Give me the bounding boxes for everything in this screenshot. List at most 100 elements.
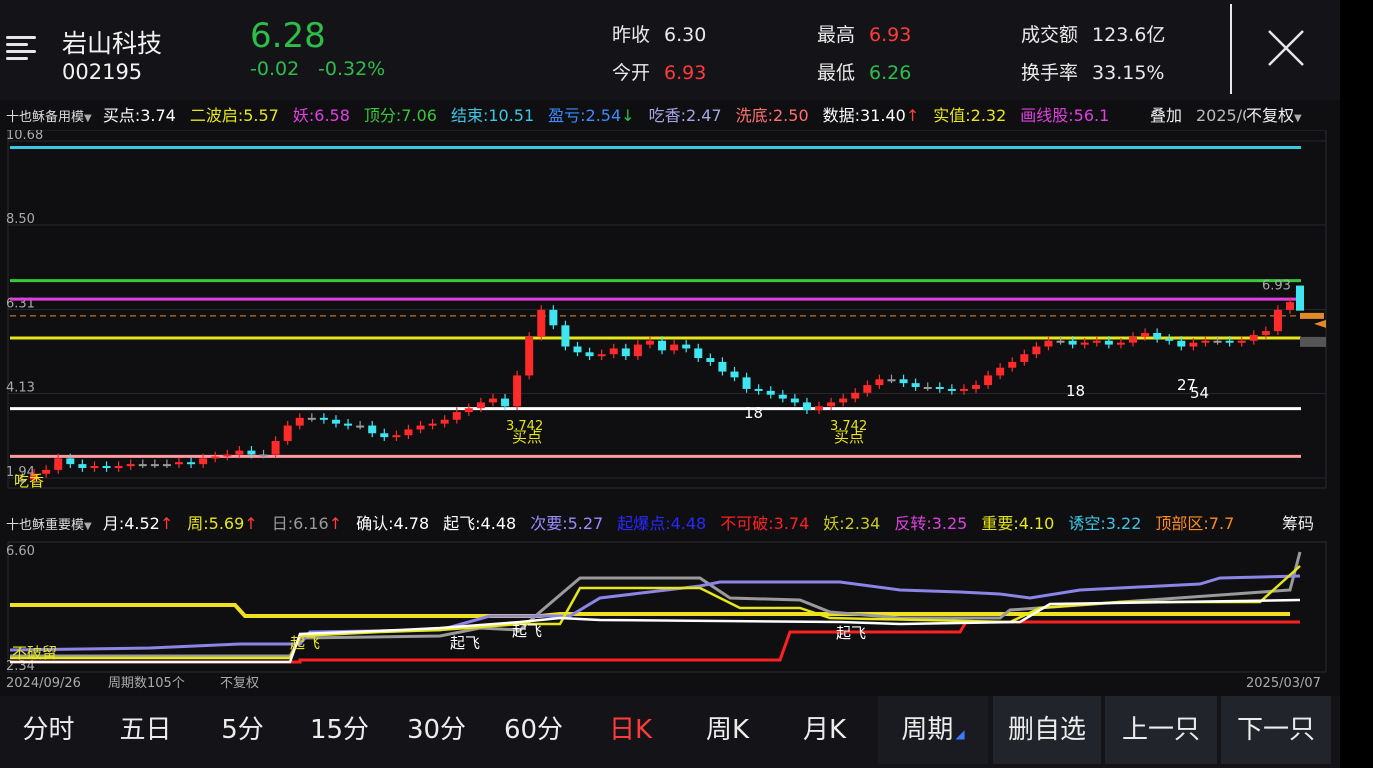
tab-five-day[interactable]: 五日: [97, 696, 194, 764]
close-icon[interactable]: [1266, 28, 1306, 68]
candle-body: [1273, 309, 1282, 332]
candle-body: [488, 398, 497, 403]
last-price: 6.28: [250, 16, 326, 56]
candle-body: [1116, 342, 1125, 345]
candle-body: [138, 464, 147, 467]
candle-body: [923, 387, 932, 390]
candle-body: [935, 387, 944, 390]
sub-indicator-name[interactable]: 十也稣重要模: [6, 518, 84, 533]
candle-body: [307, 417, 316, 420]
chart-annotation: 54: [1190, 384, 1209, 402]
candle-body: [887, 379, 896, 382]
main-indicator-values: 买点:3.74 二波启:5.57 妖:6.58 顶分:7.06 结束:10.51 盈亏:2…: [103, 106, 1124, 125]
main-kline-chart[interactable]: 10.688.506.314.131.94吃香买点 买点3.742 3.742181…: [0, 130, 1340, 510]
tab-15min[interactable]: 15分: [291, 696, 388, 764]
chips-button[interactable]: 筹码: [1278, 511, 1319, 537]
tab-weekly-k[interactable]: 周K: [679, 696, 776, 764]
chart-annotation: 18: [1066, 382, 1085, 400]
sub-indicator-item: 日:6.16↑: [271, 514, 343, 533]
candle-body: [827, 402, 836, 407]
candle-body: [102, 466, 111, 469]
candle-body: [609, 348, 618, 355]
up-arrow-icon: ↑: [905, 106, 920, 125]
candle-body: [114, 466, 123, 469]
candle-body: [1249, 334, 1258, 341]
quote-header: 岩山科技 002195 6.28 -0.02 -0.32% 昨收 6.30 今开 6…: [0, 0, 1340, 100]
candle-body: [911, 383, 920, 388]
main-indicator-item: 结束:10.51: [450, 106, 535, 125]
current-price-marker: [1314, 319, 1326, 328]
sub-indicator-chart[interactable]: 6.602.342024/09/26 周期数105个 不复权 2025/03/07不破…: [0, 538, 1340, 694]
candle-body: [706, 358, 715, 362]
main-indicator-bar: 十也稣备用模▼ 买点:3.74 二波启:5.57 妖:6.58 顶分:7.06 结束:1…: [0, 103, 1340, 129]
period-count-label: 周期数105个: [108, 676, 185, 691]
candle-body: [561, 325, 570, 347]
candle-body: [331, 419, 340, 424]
candle-body: [187, 462, 196, 465]
tab-60min[interactable]: 60分: [485, 696, 582, 764]
overlay-button[interactable]: 叠加: [1150, 103, 1182, 129]
start-date-label: 2024/09/26: [6, 676, 81, 691]
main-indicator-item: 洗底:2.50: [735, 106, 809, 125]
candle-body: [984, 375, 993, 386]
candle-body: [694, 348, 703, 359]
candle-body: [1189, 342, 1198, 347]
candle-body: [1020, 354, 1029, 362]
candle-body: [525, 336, 534, 376]
tab-intraday[interactable]: 分时: [0, 696, 97, 764]
up-arrow-icon: ↑: [328, 514, 343, 533]
tab-period[interactable]: 周期 ◢: [878, 696, 988, 764]
candle-body: [199, 458, 208, 465]
tab-monthly-k[interactable]: 月K: [776, 696, 873, 764]
candle-body: [802, 402, 811, 411]
sub-indicator-item: 起爆点:4.48: [617, 514, 707, 533]
candle-body: [766, 390, 775, 395]
fq-selector[interactable]: 不复权▼: [1246, 103, 1306, 129]
candle-body: [513, 375, 522, 407]
candle-body: [78, 464, 87, 468]
stock-app: 岩山科技 002195 6.28 -0.02 -0.32% 昨收 6.30 今开 6…: [0, 0, 1340, 768]
candle-body: [1032, 346, 1041, 355]
remove-watchlist-button[interactable]: 删自选: [993, 696, 1101, 764]
candle-body: [162, 464, 171, 467]
candle-body: [356, 425, 365, 428]
bottom-toolbar: 分时 五日 5分 15分 30分 60分 日K 周K 月K 周期 ◢ 删自选 上一…: [0, 696, 1340, 768]
candle-body: [959, 388, 968, 391]
dropdown-icon[interactable]: ▼: [84, 113, 92, 124]
prev-stock-button[interactable]: 上一只: [1105, 696, 1217, 764]
sub-indicator-bar: 十也稣重要模▼ 月:4.52↑ 周:5.69↑ 日:6.16↑ 确认:4.78 起飞:4…: [0, 511, 1340, 537]
candle-body: [1080, 342, 1089, 345]
candle-body: [235, 450, 244, 455]
candle-body: [875, 379, 884, 386]
price-change: -0.02: [250, 58, 300, 80]
tab-30min[interactable]: 30分: [388, 696, 485, 764]
tab-daily-k[interactable]: 日K: [582, 696, 679, 764]
candle-body: [1153, 333, 1162, 339]
candle-body: [1225, 340, 1234, 343]
candle-body: [90, 466, 99, 469]
sub-indicator-values: 月:4.52↑ 周:5.69↑ 日:6.16↑ 确认:4.78 起飞:4.48 次要:5.…: [103, 514, 1248, 533]
dropdown-icon[interactable]: ▼: [84, 521, 92, 532]
next-stock-button[interactable]: 下一只: [1221, 696, 1331, 764]
main-indicator-name[interactable]: 十也稣备用模: [6, 110, 84, 125]
y-axis-label: 4.13: [6, 381, 35, 396]
chart-annotation: 3.742: [506, 419, 543, 434]
candle-body: [150, 464, 159, 467]
chart-annotation: 起飞: [290, 634, 320, 652]
sub-indicator-item: 周:5.69↑: [187, 514, 258, 533]
high-price-label: 6.93: [1262, 279, 1291, 294]
menu-icon[interactable]: [6, 36, 36, 60]
candle-body: [1044, 340, 1053, 347]
candle-body: [271, 440, 280, 455]
quote-turnover-amount: 成交额 123.6亿: [1021, 24, 1166, 46]
candle-body: [718, 361, 727, 372]
candle-body: [1008, 361, 1017, 368]
candle-body: [1165, 338, 1174, 341]
candle-body: [392, 435, 401, 438]
tab-5min[interactable]: 5分: [194, 696, 291, 764]
candle-body: [1056, 340, 1065, 343]
main-indicator-item: 实值:2.32: [933, 106, 1007, 125]
stock-name: 岩山科技: [62, 29, 163, 58]
dropdown-icon: ▼: [1294, 113, 1302, 124]
y-axis-label: 10.68: [6, 130, 43, 143]
